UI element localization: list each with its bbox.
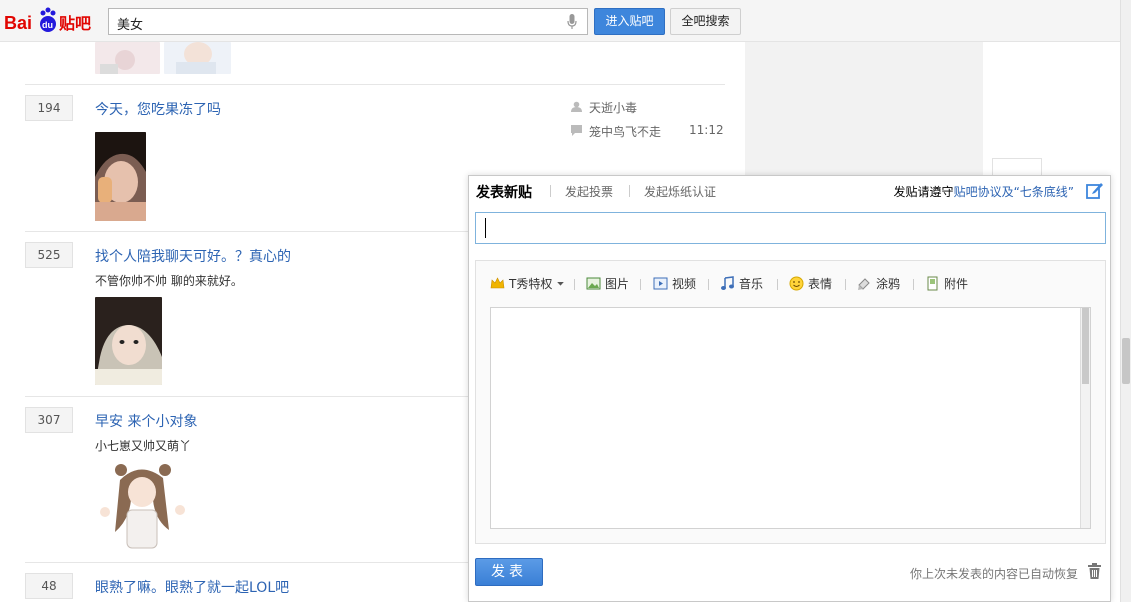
thread-image[interactable] [164, 42, 231, 74]
image-icon [586, 277, 601, 290]
image-tool-label: 图片 [605, 277, 630, 291]
music-note-icon [721, 276, 734, 290]
toolbar-divider [777, 279, 778, 290]
reply-count-badge: 48 [25, 573, 73, 599]
author-icon [571, 101, 582, 112]
music-tool[interactable]: 音乐 [720, 275, 763, 292]
microphone-icon[interactable] [567, 14, 577, 30]
enter-bar-button[interactable]: 进入贴吧 [594, 8, 665, 35]
emoji-tool-label: 表情 [808, 277, 833, 291]
tab-divider [629, 185, 630, 197]
page-scrollbar[interactable] [1120, 0, 1131, 602]
doodle-tool-label: 涂鸦 [876, 277, 901, 291]
attachment-tool[interactable]: 附件 [925, 275, 968, 292]
editor-scrollbar[interactable] [1080, 308, 1090, 528]
toolbar-divider [845, 279, 846, 290]
tshow-privilege-label: T秀特权 [509, 277, 553, 291]
reply-count-badge: 194 [25, 95, 73, 121]
dropdown-arrow-icon [557, 282, 565, 286]
last-reply-time: 11:12 [689, 123, 724, 137]
thread-abstract: 小七崽又帅又萌丫 [95, 439, 192, 453]
smiley-icon [789, 276, 804, 291]
emoji-tool[interactable]: 表情 [789, 275, 832, 292]
posting-rules: 发贴请遵守贴吧协议及“七条底线” [894, 183, 1074, 200]
search-input-value: 美女 [117, 18, 144, 33]
thread-title-link[interactable]: 眼熟了嘛。眼熟了就一起LOL吧 [95, 577, 289, 597]
tab-new-post[interactable]: 发表新贴 [476, 182, 532, 202]
attachment-icon [927, 276, 938, 291]
image-tool[interactable]: 图片 [586, 275, 629, 292]
top-search-bar: Bai du 贴吧 美女 进入贴吧 全吧搜索 [0, 0, 1120, 42]
svg-text:Bai: Bai [4, 13, 32, 33]
page-scrollbar-thumb[interactable] [1122, 338, 1130, 384]
thread-image[interactable] [95, 460, 190, 552]
tab-start-vote[interactable]: 发起投票 [565, 183, 613, 200]
trash-icon[interactable] [1087, 563, 1102, 579]
new-post-composer: 发表新贴 发起投票 发起烁纸认证 发贴请遵守贴吧协议及“七条底线” T秀特权 图… [468, 175, 1111, 602]
posting-rules-prefix: 发贴请遵守 [893, 185, 954, 199]
search-input[interactable]: 美女 [108, 8, 588, 35]
svg-text:贴吧: 贴吧 [59, 14, 91, 33]
edit-icon[interactable] [1086, 181, 1104, 199]
reply-count-badge: 525 [25, 242, 73, 268]
reply-count-badge: 307 [25, 407, 73, 433]
thread-author-link[interactable]: 天逝小毒 [589, 99, 637, 116]
crown-icon [490, 277, 505, 289]
toolbar-divider [574, 279, 575, 290]
reply-icon [571, 125, 582, 136]
thread-abstract: 不管你帅不帅 聊的来就好。 [95, 274, 243, 288]
music-tool-label: 音乐 [739, 277, 764, 291]
video-tool-label: 视频 [672, 277, 697, 291]
posting-rules-link[interactable]: 贴吧协议及“七条底线” [954, 185, 1074, 199]
text-caret [485, 218, 486, 238]
attachment-tool-label: 附件 [944, 277, 969, 291]
last-reply-user-link[interactable]: 笼中鸟飞不走 [589, 123, 661, 140]
post-title-input[interactable] [475, 212, 1106, 244]
editor-container: T秀特权 图片 视频 音乐 表情 涂鸦 附件 [475, 260, 1106, 544]
toolbar-divider [913, 279, 914, 290]
thread-separator [25, 84, 725, 85]
baidu-tieba-logo[interactable]: Bai du 贴吧 [4, 4, 100, 38]
video-tool[interactable]: 视频 [653, 275, 696, 292]
tab-paper-verify[interactable]: 发起烁纸认证 [644, 183, 716, 200]
thread-title-link[interactable]: 早安 来个小对象 [95, 411, 197, 431]
publish-button[interactable]: 发表 [475, 558, 543, 586]
svg-text:du: du [42, 20, 53, 30]
tshow-privilege-tool[interactable]: T秀特权 [490, 275, 565, 292]
video-icon [653, 277, 668, 290]
search-all-button[interactable]: 全吧搜索 [670, 8, 741, 35]
post-content-editor[interactable] [490, 307, 1091, 529]
tab-divider [550, 185, 551, 197]
thread-image[interactable] [95, 297, 162, 385]
thread-image[interactable] [95, 42, 160, 74]
editor-scrollbar-thumb[interactable] [1082, 308, 1089, 384]
toolbar-divider [640, 279, 641, 290]
doodle-brush-icon [858, 278, 870, 290]
thread-image[interactable] [95, 132, 146, 221]
doodle-tool[interactable]: 涂鸦 [857, 275, 900, 292]
draft-restored-notice: 你上次未发表的内容已自动恢复 [909, 567, 1078, 581]
thread-title-link[interactable]: 找个人陪我聊天可好。？真心的 [95, 246, 291, 266]
toolbar-divider [708, 279, 709, 290]
thread-title-link[interactable]: 今天，您吃果冻了吗 [95, 99, 221, 119]
